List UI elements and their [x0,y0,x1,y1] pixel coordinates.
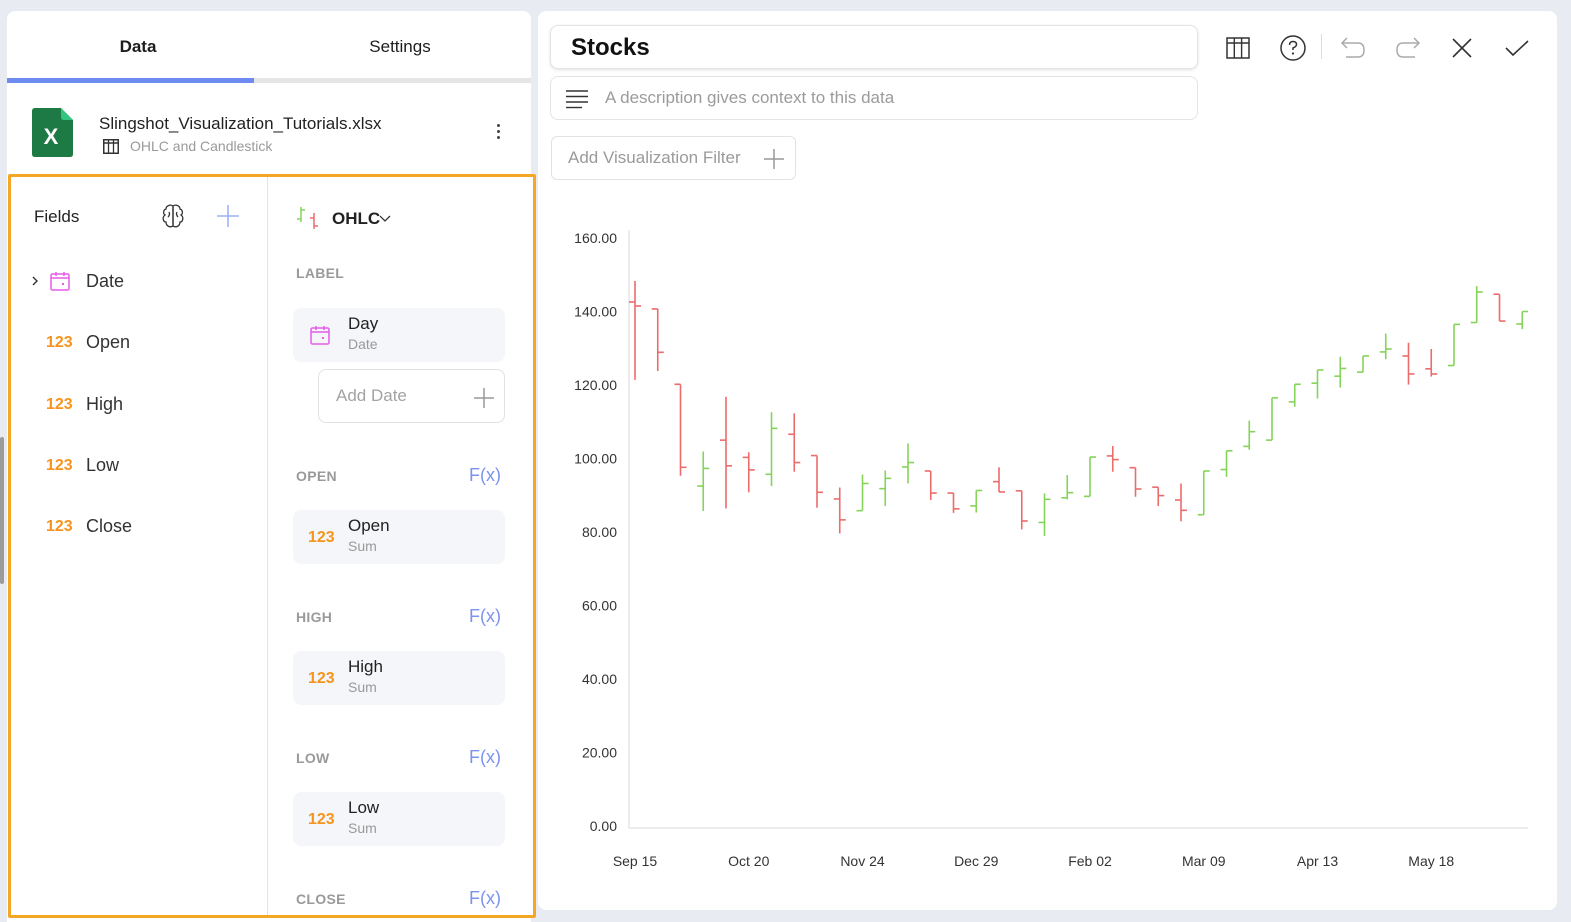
y-tick-label: 140.00 [574,304,617,320]
x-tick-label: Mar 09 [1182,853,1226,869]
more-options-icon[interactable] [491,121,505,145]
plus-icon [764,149,784,169]
ohlc-bar-up [1357,355,1369,373]
y-tick-label: 20.00 [582,745,617,761]
ohlc-bar-up [1061,475,1074,500]
help-icon[interactable] [1279,34,1307,62]
toolbar-separator [1321,34,1322,59]
ohlc-bar-down [811,454,823,508]
check-icon[interactable] [1503,34,1531,62]
y-tick-label: 0.00 [590,818,617,834]
y-tick-label: 120.00 [574,377,617,393]
ohlc-bar-down [720,396,732,509]
ohlc-bar-up [1311,369,1324,399]
ohlc-chart: 0.00 20.00 40.00 60.00 80.00 100.00 120.00 140.… [574,230,1528,869]
highlight-frame [8,174,536,918]
y-tick-label: 100.00 [574,451,617,467]
add-visualization-filter-button[interactable]: Add Visualization Filter [551,136,796,180]
visualization-title: Stocks [571,34,650,61]
ohlc-bar-up [1379,333,1392,360]
x-tick-label: Feb 02 [1068,853,1112,869]
ohlc-bar-down [1493,293,1506,322]
ohlc-bar-down [1175,483,1187,522]
y-tick-label: 40.00 [582,671,617,687]
ohlc-bar-up [1266,397,1278,441]
ohlc-bar-down [1129,466,1142,497]
x-tick-label: Apr 13 [1297,853,1338,869]
ohlc-bar-up [1470,286,1483,324]
ohlc-bar-down [924,470,937,501]
description-icon [566,90,588,109]
ohlc-bar-up [1220,449,1233,477]
ohlc-bar-up [1038,493,1051,537]
table-icon [103,139,119,154]
ohlc-bar-down [1106,446,1119,472]
ohlc-bar-up [765,412,778,487]
ohlc-bar-down [1402,342,1415,385]
ohlc-bar-down [993,467,1005,493]
ohlc-bar-up [1197,470,1210,516]
description-input[interactable]: A description gives context to this data [550,76,1198,120]
x-tick-label: Dec 29 [954,853,999,869]
tab-settings[interactable]: Settings [269,11,531,83]
ohlc-bar-up [1334,356,1347,388]
ohlc-bar-up [1243,420,1256,450]
panel-tabs: Data Settings [7,11,531,83]
active-tab-indicator [7,78,254,83]
ohlc-bar-up [1084,456,1096,498]
panel-scrollbar[interactable] [0,437,4,584]
filter-label: Add Visualization Filter [568,148,741,167]
y-tick-label: 160.00 [574,230,617,246]
description-placeholder: A description gives context to this data [605,88,895,107]
source-file-name: Slingshot_Visualization_Tutorials.xlsx [99,114,382,133]
ohlc-bar-down [651,308,664,372]
ohlc-bar-up [879,470,892,506]
ohlc-bar-up [856,474,869,512]
ohlc-bar-down [1015,490,1028,530]
ohlc-bar-up [1288,383,1301,407]
ohlc-bar-down [1152,486,1165,506]
svg-text:X: X [44,124,59,149]
ohlc-bar-down [742,452,755,493]
y-tick-label: 60.00 [582,598,617,614]
ohlc-bar-up [902,443,914,484]
excel-icon: X [32,108,73,157]
ohlc-bar-down [833,487,846,534]
ohlc-bar-up [970,489,983,513]
redo-icon[interactable] [1394,34,1422,62]
undo-icon[interactable] [1339,34,1367,62]
x-tick-label: Oct 20 [728,853,769,869]
close-icon[interactable] [1448,34,1476,62]
grid-icon[interactable] [1224,34,1252,62]
ohlc-bar-up [697,451,710,512]
x-tick-label: Nov 24 [840,853,885,869]
ohlc-bar-down [1425,348,1438,377]
visualization-title-input[interactable]: Stocks [550,25,1198,69]
ohlc-bar-down [674,383,687,476]
data-source[interactable]: X Slingshot_Visualization_Tutorials.xlsx… [7,99,531,169]
sheet-name: OHLC and Candlestick [130,138,273,154]
x-tick-label: May 18 [1408,853,1454,869]
ohlc-bar-down [947,492,960,513]
ohlc-bar-down [629,280,641,380]
ohlc-bar-up [1516,310,1528,330]
ohlc-bar-down [788,413,801,472]
x-tick-label: Sep 15 [613,853,658,869]
ohlc-bar-up [1448,323,1460,367]
tab-data[interactable]: Data [7,11,269,83]
y-tick-label: 80.00 [582,524,617,540]
